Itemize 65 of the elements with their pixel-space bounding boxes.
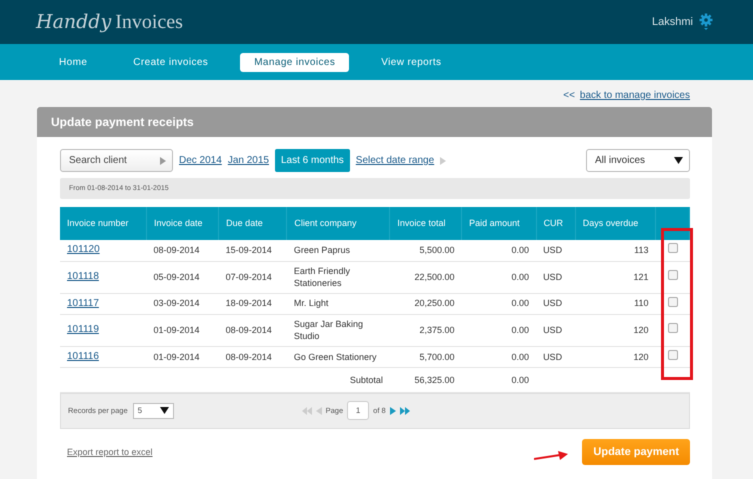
table-cell: 56,325.00 bbox=[390, 367, 462, 392]
table-cell: 110 bbox=[575, 293, 656, 314]
invoice-type-select[interactable]: All invoices bbox=[586, 149, 690, 172]
table-cell: 15-09-2014 bbox=[218, 240, 287, 261]
back-link[interactable]: back to manage invoices bbox=[580, 90, 690, 101]
table-cell: USD bbox=[536, 346, 576, 368]
export-link[interactable]: Export report to excel bbox=[67, 446, 153, 457]
table-cell: 07-09-2014 bbox=[218, 261, 287, 294]
invoice-link[interactable]: 101117 bbox=[67, 298, 99, 309]
table-cell: USD bbox=[536, 261, 576, 294]
column-header: Due date bbox=[218, 207, 287, 240]
table-cell: 5,500.00 bbox=[390, 240, 462, 261]
table-cell: 0.00 bbox=[462, 367, 536, 392]
table-cell: Earth Friendly Stationeries bbox=[286, 261, 390, 294]
page-field[interactable]: 1 bbox=[347, 401, 370, 420]
table-cell: Green Paprus bbox=[286, 240, 390, 261]
column-header: Invoice number bbox=[60, 207, 146, 240]
nav-tab[interactable]: Manage invoices bbox=[240, 52, 350, 72]
table-cell: 0.00 bbox=[462, 314, 536, 346]
table-cell: 20,250.00 bbox=[390, 293, 462, 314]
period-filter[interactable]: Select date range bbox=[356, 155, 434, 166]
table-cell: 120 bbox=[575, 314, 656, 346]
table-cell: USD bbox=[536, 314, 576, 346]
table-cell: 03-09-2014 bbox=[146, 293, 219, 314]
back-arrows: << bbox=[563, 90, 575, 101]
column-header: Invoice total bbox=[390, 207, 462, 240]
table-cell: 18-09-2014 bbox=[218, 293, 287, 314]
table-cell: USD bbox=[536, 293, 576, 314]
table-cell: 08-09-2014 bbox=[218, 314, 287, 346]
invoice-link[interactable]: 101119 bbox=[67, 324, 99, 336]
table-cell: 2,375.00 bbox=[390, 314, 462, 346]
table-cell: 22,500.00 bbox=[390, 261, 462, 294]
records-select[interactable]: 5 bbox=[132, 402, 174, 419]
table-cell: Mr. Light bbox=[286, 293, 390, 314]
table-cell: 0.00 bbox=[462, 346, 536, 368]
table-cell: 0.00 bbox=[462, 293, 536, 314]
table-cell: 08-09-2014 bbox=[218, 346, 287, 368]
table-cell: USD bbox=[536, 240, 576, 261]
table-cell: 5,700.00 bbox=[390, 346, 462, 368]
column-header: Days overdue bbox=[575, 207, 656, 240]
panel-title: Update payment receipts bbox=[37, 107, 712, 137]
table-cell: Subtotal bbox=[60, 367, 390, 392]
table-cell: 05-09-2014 bbox=[146, 261, 219, 294]
table-cell: 01-09-2014 bbox=[146, 314, 219, 346]
column-header: Client company bbox=[286, 207, 390, 240]
table-cell: 120 bbox=[575, 346, 656, 368]
invoice-link[interactable]: 101116 bbox=[67, 350, 99, 362]
brand-logo: Handdy Invoices bbox=[36, 10, 183, 34]
column-header: CUR bbox=[536, 207, 576, 240]
table-cell: 0.00 bbox=[462, 240, 536, 261]
invoice-link[interactable]: 101120 bbox=[67, 244, 100, 256]
table-cell: Go Green Stationery bbox=[286, 346, 390, 368]
table-cell: Sugar Jar Baking Studio bbox=[286, 314, 390, 346]
column-header: Invoice date bbox=[146, 207, 219, 240]
table-cell: 113 bbox=[575, 240, 656, 261]
table-cell: 08-09-2014 bbox=[146, 240, 219, 261]
user-name[interactable]: Lakshmi bbox=[652, 16, 693, 28]
table-cell: 0.00 bbox=[462, 261, 536, 294]
column-header: Paid amount bbox=[462, 207, 536, 240]
table-cell: 121 bbox=[575, 261, 656, 294]
period-filter[interactable]: Dec 2014 bbox=[179, 155, 222, 166]
search-field[interactable]: Search client bbox=[60, 149, 173, 172]
table-cell: 01-09-2014 bbox=[146, 346, 219, 368]
period-filter[interactable]: Jan 2015 bbox=[228, 155, 269, 166]
invoice-link[interactable]: 101118 bbox=[67, 271, 99, 282]
